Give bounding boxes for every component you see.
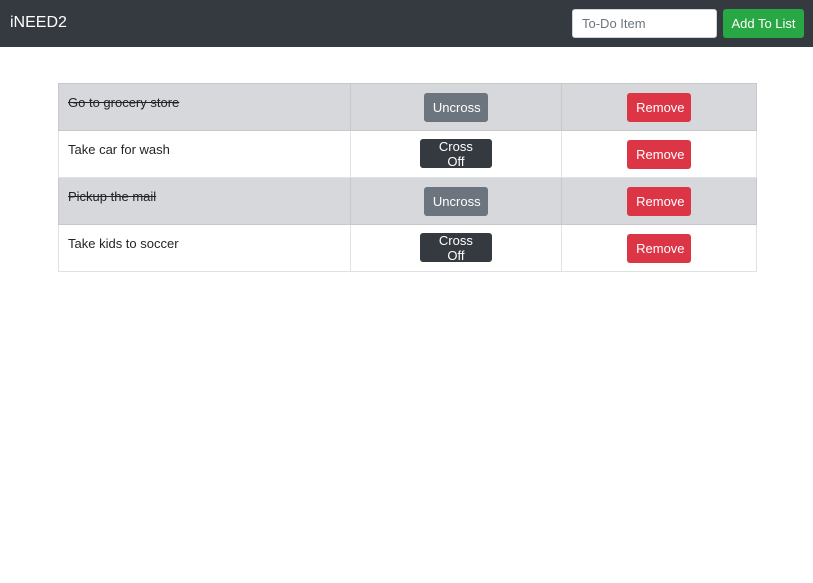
todo-text: Pickup the mail [68,188,157,204]
todo-remove-cell: Remove [561,224,757,272]
todo-row: Take kids to soccer Cross Off Remove [58,224,757,272]
todo-row: Go to grocery store Uncross Remove [58,83,757,131]
todo-text: Take kids to soccer [68,235,179,251]
todo-remove-cell: Remove [561,83,757,131]
todo-text: Take car for wash [68,141,170,157]
app-brand[interactable]: iNEED2 [10,13,67,33]
todo-text-cell: Pickup the mail [58,177,351,225]
todo-toggle-cell: Uncross [349,83,563,131]
todo-remove-cell: Remove [561,177,757,225]
cross-off-button[interactable]: Cross Off [419,233,492,263]
todo-row: Take car for wash Cross Off Remove [58,130,757,178]
todo-item-input[interactable] [572,9,717,38]
todo-toggle-cell: Uncross [349,177,563,225]
navbar: iNEED2 Add To List [0,0,813,47]
uncross-button[interactable]: Uncross [423,92,488,122]
todo-text-cell: Go to grocery store [58,83,351,131]
todo-text: Go to grocery store [68,94,180,110]
remove-button[interactable]: Remove [627,186,692,216]
remove-button[interactable]: Remove [627,233,692,263]
remove-button[interactable]: Remove [627,139,692,169]
cross-off-button[interactable]: Cross Off [419,139,492,169]
todo-toggle-cell: Cross Off [349,130,563,178]
uncross-button[interactable]: Uncross [423,186,488,216]
todo-table: Go to grocery store Uncross Remove Take … [58,83,757,272]
remove-button[interactable]: Remove [627,92,692,122]
todo-text-cell: Take car for wash [58,130,351,178]
add-to-list-button[interactable]: Add To List [723,9,804,38]
todo-text-cell: Take kids to soccer [58,224,351,272]
todo-remove-cell: Remove [561,130,757,178]
todo-row: Pickup the mail Uncross Remove [58,177,757,225]
todo-toggle-cell: Cross Off [349,224,563,272]
